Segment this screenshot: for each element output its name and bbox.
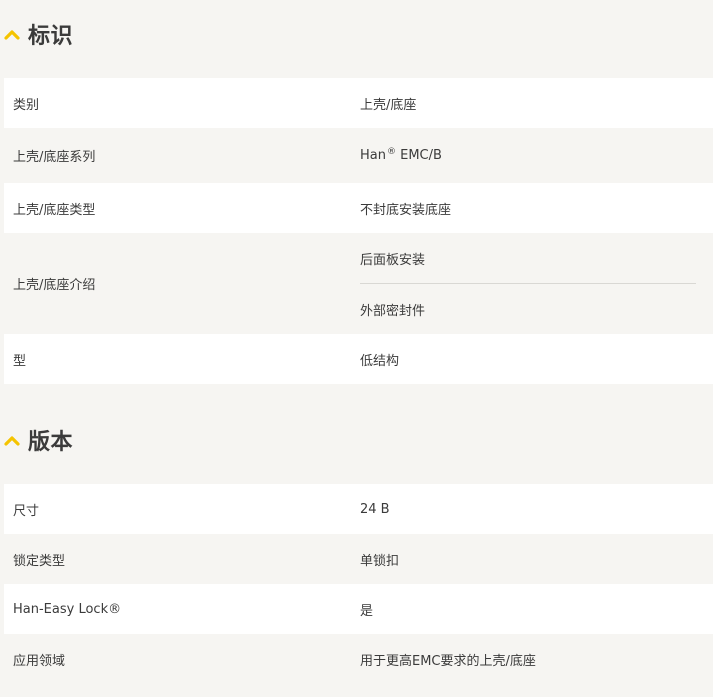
table-row: 应用领域 用于更高EMC要求的上壳/底座 (4, 634, 713, 684)
row-label: 类别 (13, 97, 40, 113)
row-label: 上壳/底座介绍 (13, 278, 96, 293)
table-row: 上壳/底座类型 不封底安装底座 (4, 183, 713, 233)
row-value: 上壳/底座 (360, 97, 417, 113)
row-value-cell: 24 B (360, 484, 713, 534)
table-row: 尺寸 24 B (4, 484, 713, 534)
row-value-cell: 单锁扣 (360, 534, 713, 584)
section-header-identification[interactable]: 标识 (0, 9, 73, 59)
version-table: 尺寸 24 B 锁定类型 单锁扣 Han-Easy Lock® 是 应用领域 用… (4, 484, 713, 684)
row-value-cell: 是 (360, 584, 713, 634)
section-title: 版本 (28, 430, 74, 455)
table-row: Han-Easy Lock® 是 (4, 584, 713, 634)
table-row: 上壳/底座介绍 后面板安装 外部密封件 (4, 233, 713, 334)
row-value: 低结构 (360, 353, 400, 369)
chevron-up-icon[interactable] (4, 434, 20, 446)
registered-mark: ® (386, 146, 396, 157)
row-label: 锁定类型 (13, 553, 66, 569)
product-details-page: 标识 类别 上壳/底座 上壳/底座系列 Han ® EMC/B 上壳/底座类型 不… (0, 0, 713, 697)
row-value: 不封底安装底座 (360, 202, 452, 218)
series-suffix: EMC/B (395, 148, 442, 163)
row-value: 后面板安装 (360, 252, 426, 268)
row-label: 型 (13, 353, 27, 369)
row-value: 外部密封件 (360, 303, 426, 319)
chevron-up-icon[interactable] (4, 28, 20, 40)
row-value: 用于更高EMC要求的上壳/底座 (360, 653, 536, 669)
section-title: 标识 (28, 24, 74, 49)
row-value: 24 B (360, 501, 390, 517)
row-value-cell: 用于更高EMC要求的上壳/底座 (360, 634, 713, 684)
identification-table: 类别 上壳/底座 上壳/底座系列 Han ® EMC/B 上壳/底座类型 不封底安… (4, 78, 713, 384)
row-value: 单锁扣 (360, 553, 400, 569)
table-row: 上壳/底座系列 Han ® EMC/B (4, 128, 713, 183)
series-prefix: Han (360, 148, 386, 163)
table-row: 型 低结构 (4, 334, 713, 384)
row-value-cell: 上壳/底座 (360, 78, 713, 128)
row-label: 上壳/底座类型 (13, 202, 96, 218)
row-value: 是 (360, 603, 374, 619)
row-label: 应用领域 (13, 653, 66, 669)
table-row: 锁定类型 单锁扣 (4, 534, 713, 584)
row-value-cell: Han ® EMC/B (360, 128, 713, 183)
row-label: 尺寸 (13, 503, 40, 519)
table-row: 类别 上壳/底座 (4, 78, 713, 128)
row-value-cell: 后面板安装 外部密封件 (360, 233, 713, 334)
section-header-version[interactable]: 版本 (0, 415, 73, 465)
row-value-cell: 不封底安装底座 (360, 183, 713, 233)
row-value-cell: 低结构 (360, 334, 713, 384)
row-label: Han-Easy Lock® (13, 601, 122, 617)
row-value: Han ® EMC/B (360, 146, 704, 164)
row-label: 上壳/底座系列 (13, 150, 96, 165)
